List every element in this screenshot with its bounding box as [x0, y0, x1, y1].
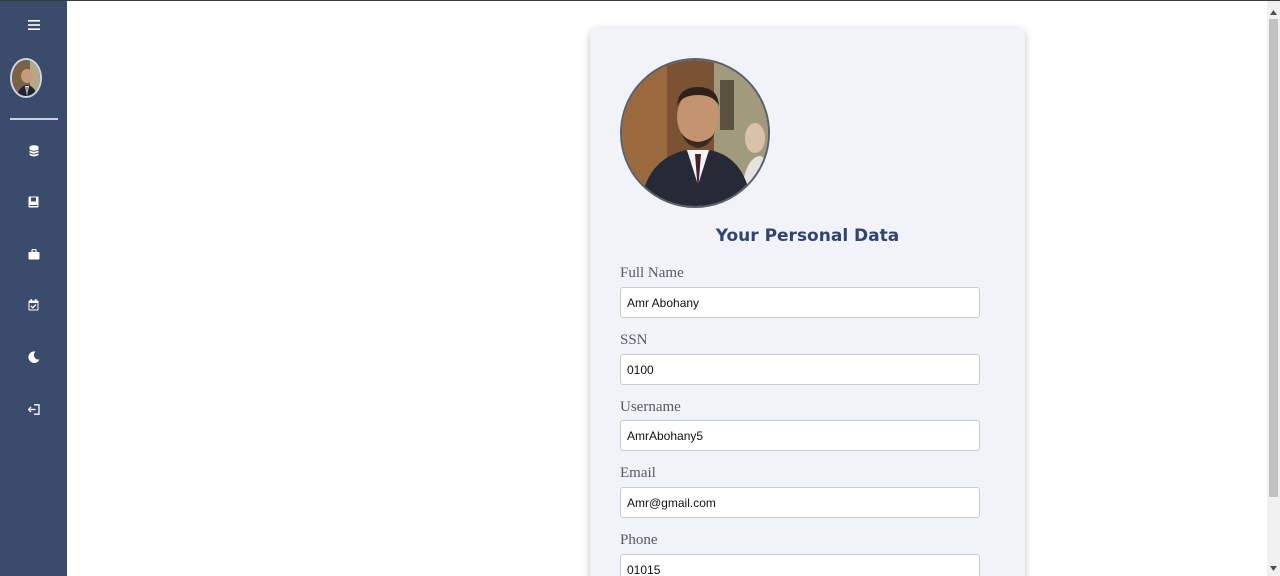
sidebar-item-calendar[interactable]	[0, 290, 67, 320]
sidebar-item-database[interactable]	[0, 136, 67, 166]
full-name-label: Full Name	[620, 265, 684, 281]
menu-toggle-button[interactable]	[0, 10, 67, 40]
email-label: Email	[620, 465, 656, 481]
avatar-image	[12, 60, 40, 96]
scroll-up-button[interactable]	[1267, 5, 1280, 19]
database-icon	[28, 145, 39, 157]
phone-input[interactable]	[620, 554, 980, 576]
ssn-input[interactable]	[620, 354, 980, 385]
phone-label: Phone	[620, 532, 658, 548]
page-title: Your Personal Data	[715, 226, 900, 246]
full-name-input[interactable]	[620, 287, 980, 318]
moon-icon	[27, 351, 39, 363]
email-input[interactable]	[620, 487, 980, 518]
menu-icon	[27, 20, 40, 30]
username-label: Username	[620, 399, 681, 415]
scroll-thumb[interactable]	[1269, 19, 1278, 497]
calendar-check-icon	[28, 299, 39, 311]
username-input[interactable]	[620, 420, 980, 451]
logout-icon	[27, 403, 40, 415]
sidebar-divider	[10, 118, 58, 120]
vertical-scrollbar[interactable]	[1267, 1, 1280, 576]
sidebar-item-book[interactable]	[0, 187, 67, 217]
personal-data-card: Your Personal Data Full Name SSN Usernam…	[590, 28, 1025, 576]
dark-mode-toggle[interactable]	[0, 342, 67, 372]
book-icon	[28, 196, 39, 208]
sidebar-item-briefcase[interactable]	[0, 239, 67, 269]
briefcase-icon	[28, 248, 39, 259]
scroll-down-button[interactable]	[1267, 561, 1280, 575]
logout-button[interactable]	[0, 394, 67, 424]
sidebar	[0, 1, 67, 576]
arrow-down-icon	[1270, 565, 1277, 571]
arrow-up-icon	[1270, 9, 1277, 15]
ssn-label: SSN	[620, 332, 648, 348]
sidebar-avatar[interactable]	[10, 58, 42, 98]
profile-photo	[620, 58, 770, 208]
